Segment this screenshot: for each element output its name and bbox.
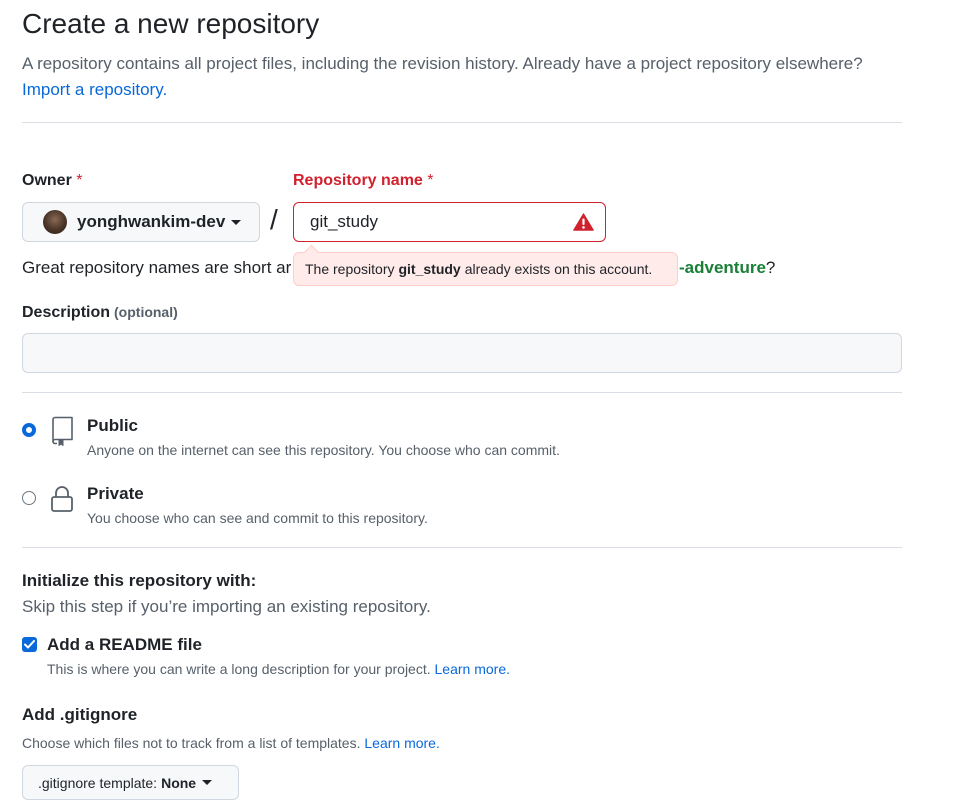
divider <box>22 392 902 393</box>
owner-label-text: Owner <box>22 172 72 189</box>
readme-checkbox[interactable] <box>22 637 37 652</box>
error-repo-name: git_study <box>398 261 461 277</box>
private-radio[interactable] <box>22 491 36 505</box>
repo-name-label-text: Repository name <box>293 172 423 189</box>
repo-name-error-tooltip: The repository git_study already exists … <box>293 252 678 286</box>
divider <box>22 122 902 123</box>
divider <box>22 547 902 548</box>
initialize-title: Initialize this repository with: <box>22 571 257 590</box>
suggestion-end: ? <box>765 258 776 277</box>
optional-tag: (optional) <box>114 304 178 320</box>
repo-name-input[interactable] <box>293 202 606 242</box>
page-title: Create a new repository <box>22 8 320 39</box>
gitignore-button-prefix: .gitignore template: <box>38 774 158 791</box>
gitignore-learn-more-link[interactable]: Learn more. <box>364 735 439 751</box>
suggested-name[interactable]: -adventure <box>679 258 766 277</box>
gitignore-title: Add .gitignore <box>22 705 138 724</box>
error-suffix: already exists on this account. <box>464 261 653 277</box>
public-radio[interactable] <box>22 423 36 437</box>
import-repository-link[interactable]: Import a repository. <box>22 80 167 99</box>
initialize-subtitle: Skip this step if you’re importing an ex… <box>22 597 431 616</box>
owner-name: yonghwankim-dev <box>77 212 226 231</box>
required-mark: * <box>76 172 83 189</box>
gitignore-template-dropdown[interactable]: .gitignore template: None <box>22 765 239 800</box>
gitignore-desc-text: Choose which files not to track from a l… <box>22 735 361 751</box>
readme-description: This is where you can write a long descr… <box>47 661 510 677</box>
check-icon <box>24 640 35 649</box>
lock-icon <box>51 486 73 512</box>
readme-desc-text: This is where you can write a long descr… <box>47 661 431 677</box>
private-description: You choose who can see and commit to thi… <box>87 510 428 526</box>
readme-label[interactable]: Add a README file <box>47 635 202 655</box>
owner-label: Owner * <box>22 172 82 190</box>
repo-icon <box>52 416 73 446</box>
owner-dropdown[interactable]: yonghwankim-dev <box>22 202 260 242</box>
page-subtitle: A repository contains all project files,… <box>22 51 922 103</box>
gitignore-description: Choose which files not to track from a l… <box>22 735 440 751</box>
readme-learn-more-link[interactable]: Learn more. <box>435 661 510 677</box>
repo-name-label: Repository name * <box>293 172 434 190</box>
public-title: Public <box>87 416 139 435</box>
caret-down-icon <box>202 780 213 785</box>
required-mark: * <box>427 172 434 189</box>
public-description: Anyone on the internet can see this repo… <box>87 442 560 458</box>
gitignore-selected-value: None <box>161 774 197 791</box>
error-prefix: The repository <box>305 261 395 277</box>
avatar <box>43 210 67 234</box>
caret-down-icon <box>231 219 242 225</box>
description-label: Description (optional) <box>22 304 178 322</box>
subtitle-text: A repository contains all project files,… <box>22 54 863 73</box>
alert-icon <box>573 213 594 231</box>
repo-name-suggestion[interactable]: -adventure? <box>679 258 775 278</box>
owner-repo-separator: / <box>270 204 278 235</box>
private-title: Private <box>87 484 144 503</box>
repo-name-hint: Great repository names are short ar <box>22 258 292 277</box>
description-input[interactable] <box>22 333 902 373</box>
description-label-text: Description <box>22 304 111 321</box>
